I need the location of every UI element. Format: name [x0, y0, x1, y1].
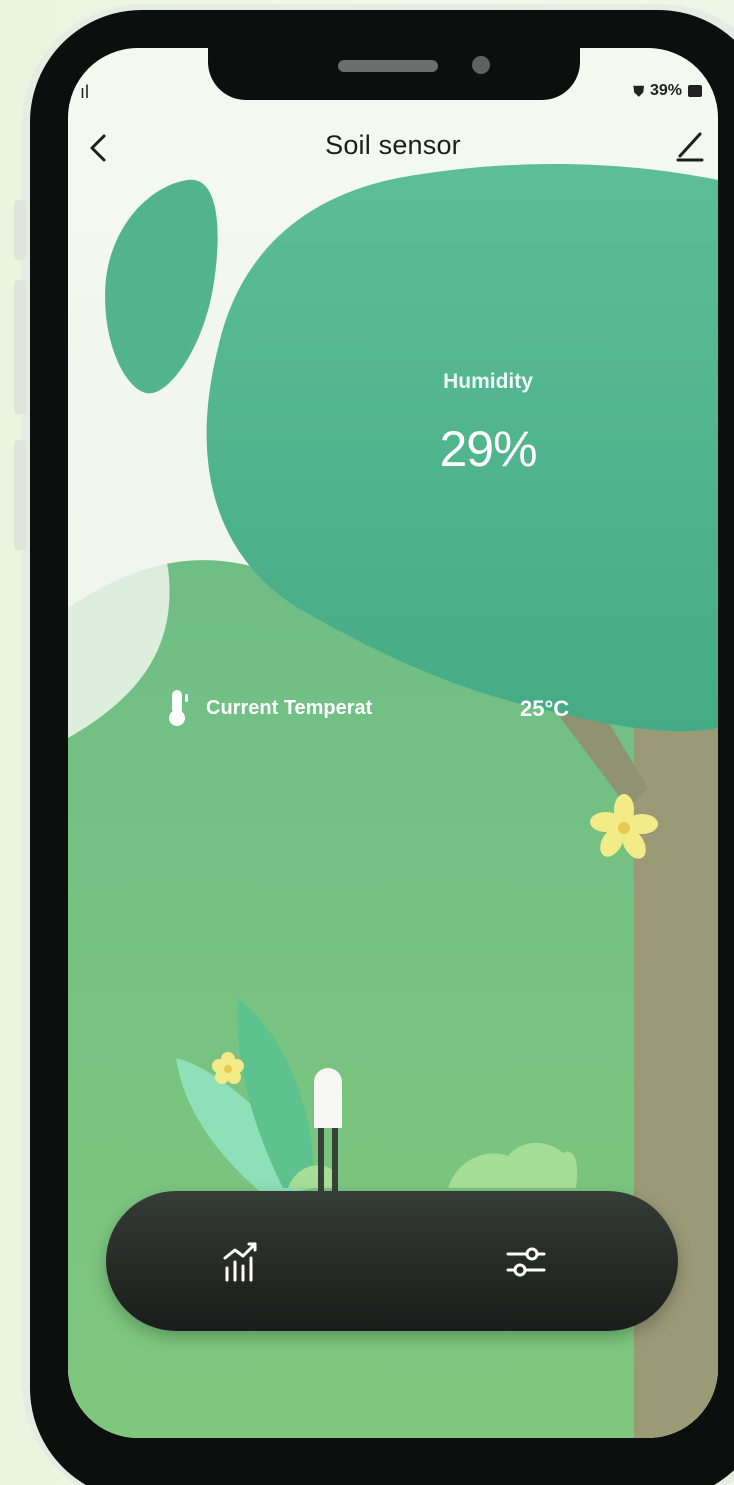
speaker-grille: [338, 60, 438, 72]
phone-notch: [208, 44, 580, 100]
device-settings-button[interactable]: [491, 1227, 561, 1297]
bottom-action-bar: [106, 1191, 678, 1331]
page-background: ıl ⛊ 39% Soil sensor Humidity 29% Curren…: [0, 0, 734, 1485]
app-screen: ıl ⛊ 39% Soil sensor Humidity 29% Curren…: [68, 48, 718, 1438]
front-camera: [472, 56, 490, 74]
sensor-prong-right: [332, 1128, 338, 1193]
page-title: Soil sensor: [325, 130, 461, 160]
humidity-value: 29%: [439, 421, 537, 477]
pencil-icon: [676, 132, 704, 162]
battery-icon: [688, 85, 702, 97]
signal-indicator: ıl: [80, 82, 89, 102]
battery-percentage: 39%: [649, 82, 682, 99]
humidity-label: Humidity: [443, 370, 533, 393]
edit-button[interactable]: [672, 128, 708, 164]
status-bar-right: ⛊ 39%: [633, 82, 702, 100]
phone-volume-up-button: [14, 280, 26, 414]
shield-icon: ⛊: [633, 82, 644, 99]
temperature-row: Current Temperat: [164, 688, 372, 728]
sliders-icon: [506, 1247, 546, 1277]
chart-history-icon: [223, 1242, 257, 1282]
temperature-value: 25°C: [520, 696, 570, 721]
temperature-label: Current Temperat: [206, 696, 373, 719]
history-chart-button[interactable]: [206, 1227, 276, 1297]
tree-trunk: [634, 688, 718, 1438]
phone-mute-button: [14, 200, 26, 260]
thermometer-icon: [169, 690, 188, 726]
phone-volume-down-button: [14, 440, 26, 550]
sensor-prong-left: [318, 1128, 324, 1193]
